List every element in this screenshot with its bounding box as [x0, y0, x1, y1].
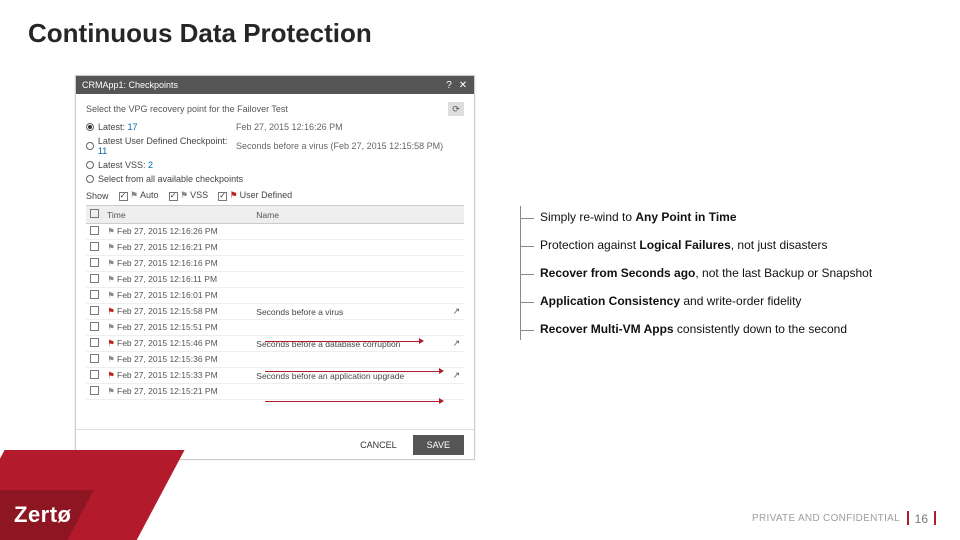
- filter-user-defined[interactable]: ⚑User Defined: [218, 190, 292, 201]
- option-select-all[interactable]: Select from all available checkpoints: [86, 174, 464, 184]
- flag-icon: ⚑: [107, 370, 115, 381]
- table-row[interactable]: ⚑Feb 27, 2015 12:16:01 PM: [86, 288, 464, 304]
- checkbox-icon[interactable]: [90, 274, 99, 283]
- table-row[interactable]: ⚑Feb 27, 2015 12:16:16 PM: [86, 256, 464, 272]
- filter-vss[interactable]: ⚑VSS: [169, 190, 209, 201]
- table-row[interactable]: ⚑Feb 27, 2015 12:15:51 PM: [86, 320, 464, 336]
- checkpoints-dialog: CRMApp1: Checkpoints ? ✕ Select the VPG …: [75, 75, 475, 460]
- dialog-titlebar: CRMApp1: Checkpoints ? ✕: [76, 76, 474, 94]
- flag-icon: ⚑: [107, 274, 115, 285]
- table-row[interactable]: ⚑Feb 27, 2015 12:15:21 PM: [86, 384, 464, 400]
- table-row[interactable]: ⚑Feb 27, 2015 12:15:33 PMSeconds before …: [86, 368, 464, 384]
- col-checkbox: [86, 206, 103, 224]
- confidential-label: PRIVATE AND CONFIDENTIAL: [752, 513, 900, 524]
- help-icon[interactable]: ?: [444, 80, 454, 90]
- checkbox-icon[interactable]: [169, 192, 178, 201]
- flag-icon: ⚑: [107, 290, 115, 301]
- bullet-item: Simply re-wind to Any Point in Time: [520, 210, 930, 224]
- flag-icon: ⚑: [230, 190, 238, 201]
- filter-auto[interactable]: ⚑Auto: [119, 190, 159, 201]
- option-latest-vss[interactable]: Latest VSS: 2: [86, 160, 464, 170]
- checkbox-icon[interactable]: [90, 322, 99, 331]
- slide: Continuous Data Protection CRMApp1: Chec…: [0, 0, 960, 540]
- bullet-item: Protection against Logical Failures, not…: [520, 238, 930, 252]
- table-row[interactable]: ⚑Feb 27, 2015 12:15:46 PMSeconds before …: [86, 336, 464, 352]
- table-row[interactable]: ⚑Feb 27, 2015 12:16:21 PM: [86, 240, 464, 256]
- radio-icon[interactable]: [86, 161, 94, 169]
- checkbox-icon[interactable]: [90, 209, 99, 218]
- dialog-instruction: Select the VPG recovery point for the Fa…: [86, 104, 288, 114]
- save-button[interactable]: SAVE: [413, 435, 464, 455]
- cancel-button[interactable]: CANCEL: [352, 436, 405, 454]
- checkbox-icon[interactable]: [90, 242, 99, 251]
- table-row[interactable]: ⚑Feb 27, 2015 12:16:26 PM: [86, 224, 464, 240]
- col-name[interactable]: Name: [252, 206, 448, 224]
- flag-icon: ⚑: [107, 354, 115, 365]
- flag-icon: ⚑: [107, 322, 115, 333]
- bullet-item: Recover from Seconds ago, not the last B…: [520, 266, 930, 280]
- checkbox-icon[interactable]: [218, 192, 227, 201]
- option-latest-user[interactable]: Latest User Defined Checkpoint: 11 Secon…: [86, 136, 464, 156]
- option-latest[interactable]: Latest: 17 Feb 27, 2015 12:16:26 PM: [86, 122, 464, 132]
- bullet-list: Simply re-wind to Any Point in Time Prot…: [520, 210, 930, 350]
- checkbox-icon[interactable]: [90, 226, 99, 235]
- dialog-body: Select the VPG recovery point for the Fa…: [76, 94, 474, 400]
- callout-line: [265, 401, 440, 402]
- flag-icon: ⚑: [107, 242, 115, 253]
- table-row[interactable]: ⚑Feb 27, 2015 12:16:11 PM: [86, 272, 464, 288]
- flag-icon: ⚑: [130, 190, 138, 201]
- dialog-title: CRMApp1: Checkpoints: [82, 80, 178, 90]
- checkbox-icon[interactable]: [90, 306, 99, 315]
- bullet-item: Application Consistency and write-order …: [520, 294, 930, 308]
- flag-icon: ⚑: [180, 190, 188, 201]
- page-number: 16: [907, 511, 936, 526]
- bullet-item: Recover Multi-VM Apps consistently down …: [520, 322, 930, 336]
- checkbox-icon[interactable]: [90, 290, 99, 299]
- callout-line: [265, 371, 440, 372]
- col-time[interactable]: Time: [103, 206, 252, 224]
- brand-logo: Zertø: [14, 502, 72, 528]
- radio-icon[interactable]: [86, 142, 94, 150]
- checkbox-icon[interactable]: [90, 386, 99, 395]
- table-row[interactable]: ⚑Feb 27, 2015 12:15:58 PMSeconds before …: [86, 304, 464, 320]
- radio-icon[interactable]: [86, 175, 94, 183]
- flag-icon: ⚑: [107, 306, 115, 317]
- checkbox-icon[interactable]: [90, 258, 99, 267]
- radio-icon[interactable]: [86, 123, 94, 131]
- flag-icon: ⚑: [107, 258, 115, 269]
- col-arrow: [448, 206, 464, 224]
- checkbox-icon[interactable]: [90, 370, 99, 379]
- checkbox-icon[interactable]: [90, 354, 99, 363]
- show-label: Show: [86, 191, 109, 201]
- checkbox-icon[interactable]: [90, 338, 99, 347]
- flag-icon: ⚑: [107, 226, 115, 237]
- close-icon[interactable]: ✕: [458, 80, 468, 90]
- refresh-icon[interactable]: ⟳: [448, 102, 464, 116]
- page-title: Continuous Data Protection: [28, 18, 372, 49]
- flag-icon: ⚑: [107, 386, 115, 397]
- table-row[interactable]: ⚑Feb 27, 2015 12:15:36 PM: [86, 352, 464, 368]
- checkbox-icon[interactable]: [119, 192, 128, 201]
- flag-icon: ⚑: [107, 338, 115, 349]
- filter-row: Show ⚑Auto ⚑VSS ⚑User Defined: [86, 190, 464, 201]
- callout-line: [265, 341, 420, 342]
